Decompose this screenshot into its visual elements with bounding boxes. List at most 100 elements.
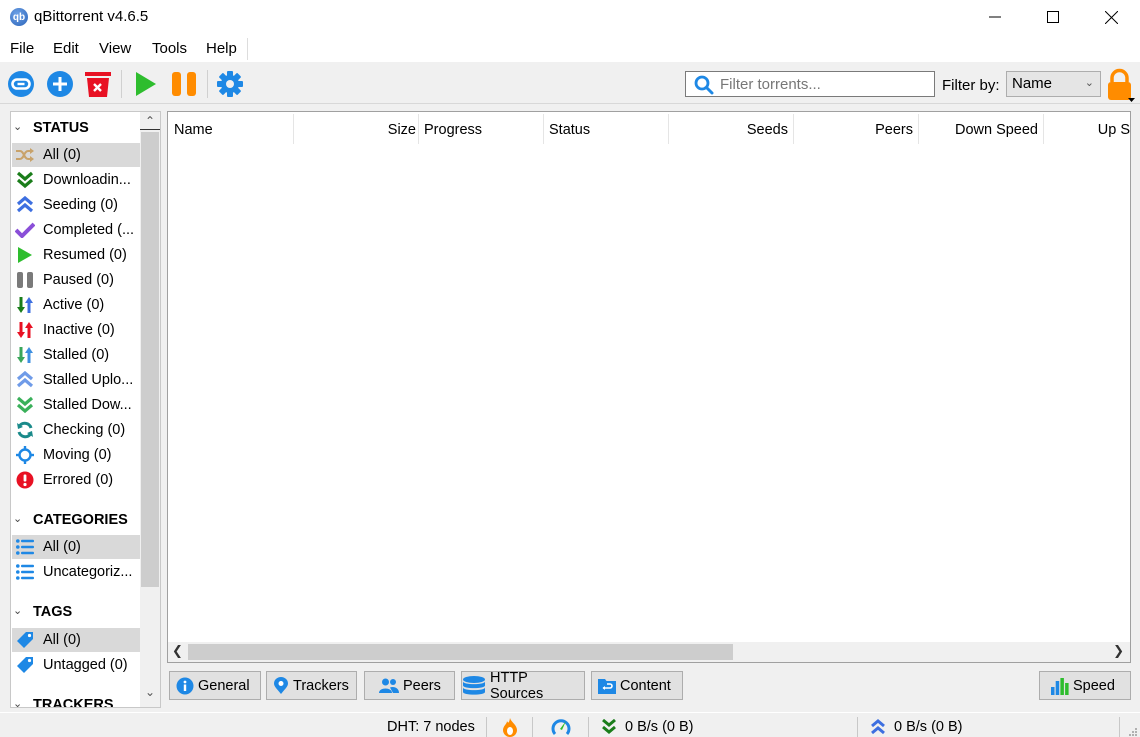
speedometer-icon [551,719,571,735]
column-header-up-speed[interactable]: Up S [1044,114,1130,144]
status-stalled-downloading[interactable]: Stalled Dow... [12,393,140,417]
tab-label: Peers [403,677,441,694]
section-categories-header[interactable]: ⌄ CATEGORIES [11,510,141,532]
minimize-button[interactable] [966,0,1024,34]
tab-label: Trackers [293,677,349,694]
scroll-up-arrow-icon[interactable]: ⌃ [140,114,160,130]
flame-icon [503,718,517,737]
column-header-seeds[interactable]: Seeds [669,114,794,144]
status-stalled[interactable]: Stalled (0) [12,343,140,367]
status-inactive[interactable]: Inactive (0) [12,318,140,342]
add-torrent-file-button[interactable] [45,69,75,99]
category-all[interactable]: All (0) [12,535,140,559]
menu-tools[interactable]: Tools [152,40,187,57]
column-header-progress[interactable]: Progress [419,114,544,144]
status-checking[interactable]: Checking (0) [12,418,140,442]
close-button[interactable] [1082,0,1140,34]
status-moving[interactable]: Moving (0) [12,443,140,467]
status-stalled-uploading[interactable]: Stalled Uplo... [12,368,140,392]
speed-button-label: Speed [1073,677,1115,694]
column-header-status[interactable]: Status [544,114,669,144]
pause-icon [172,72,196,96]
filter-torrents-input[interactable] [720,74,920,94]
filter-by-value: Name [1012,75,1053,92]
sidebar-scrollbar[interactable]: ⌃ ⌄ [140,112,160,707]
toolbar-divider [207,70,208,98]
tag-all[interactable]: All (0) [12,628,140,652]
status-all[interactable]: All (0) [12,143,140,167]
section-tags-header[interactable]: ⌄ TAGS [11,602,141,624]
tab-content[interactable]: Content [591,671,683,700]
filter-torrents-field[interactable] [685,71,935,97]
status-divider [486,717,487,737]
tab-trackers[interactable]: Trackers [266,671,357,700]
filter-by-label: Filter by: [942,77,1000,94]
download-speed[interactable]: 0 B/s (0 B) [625,719,694,735]
resize-grip-icon[interactable] [1128,725,1138,737]
checkmark-icon [15,220,35,240]
table-header: Name Size Progress Status Seeds Peers Do… [168,112,1130,146]
scroll-left-arrow-icon[interactable]: ❮ [172,643,183,659]
status-completed[interactable]: Completed (... [12,218,140,242]
collapse-caret-icon: ⌄ [13,121,23,133]
scroll-right-arrow-icon[interactable]: ❯ [1113,643,1124,659]
close-icon [1104,10,1118,24]
status-seeding[interactable]: Seeding (0) [12,193,140,217]
double-chevron-down-light-icon [15,395,35,415]
maximize-button[interactable] [1024,0,1082,34]
menu-edit[interactable]: Edit [53,40,79,57]
column-header-name[interactable]: Name [168,114,294,144]
upload-speed[interactable]: 0 B/s (0 B) [894,719,963,735]
table-horizontal-scrollbar[interactable]: ❮ ❯ [168,642,1130,662]
map-pin-icon [273,676,289,695]
resume-button[interactable] [130,69,160,99]
delete-torrent-button[interactable] [83,69,113,99]
speed-button[interactable]: Speed [1039,671,1131,700]
options-button[interactable] [215,69,245,99]
torrent-table: Name Size Progress Status Seeds Peers Do… [167,111,1131,663]
connection-status-button[interactable] [501,717,519,737]
column-header-peers[interactable]: Peers [794,114,919,144]
tag-icon [15,630,35,650]
section-status-header[interactable]: ⌄ STATUS [11,118,141,140]
column-header-down-speed[interactable]: Down Speed [919,114,1044,144]
scroll-down-arrow-icon[interactable]: ⌄ [140,685,160,701]
error-icon [15,470,35,490]
status-downloading[interactable]: Downloadin... [12,168,140,192]
filter-by-select[interactable]: Name ⌄ [1006,71,1101,97]
menu-file[interactable]: File [10,40,34,57]
collapse-caret-icon: ⌄ [13,513,23,525]
sidebar-filters: ⌄ STATUS All (0) Downloadin... Seeding (… [10,111,161,708]
collapse-caret-icon: ⌄ [13,605,23,617]
menu-view[interactable]: View [99,40,131,57]
table-scroll-thumb[interactable] [188,644,733,660]
tab-peers[interactable]: Peers [364,671,455,700]
status-active[interactable]: Active (0) [12,293,140,317]
status-paused[interactable]: Paused (0) [12,268,140,292]
category-uncategorized[interactable]: Uncategoriz... [12,560,140,584]
menu-help[interactable]: Help [206,40,237,57]
tab-http-sources[interactable]: HTTP Sources [461,670,585,702]
section-title: TRACKERS [33,697,114,708]
lock-button[interactable] [1106,68,1136,104]
tab-label: Content [620,677,671,694]
sidebar-scroll-thumb[interactable] [141,132,159,587]
tag-untagged[interactable]: Untagged (0) [12,653,140,677]
status-errored[interactable]: Errored (0) [12,468,140,492]
status-divider [1119,717,1120,737]
speed-limits-toggle[interactable] [551,717,571,737]
upload-speed-icon-wrap [870,719,886,737]
database-icon [462,675,486,696]
title-bar: qb qBittorrent v4.6.5 [0,0,1140,36]
tab-general[interactable]: General [169,671,261,700]
column-header-size[interactable]: Size [294,114,419,144]
tag-icon [15,655,35,675]
double-chevron-down-icon [602,718,616,734]
add-torrent-link-button[interactable] [6,69,36,99]
list-icon [15,562,35,582]
status-resumed[interactable]: Resumed (0) [12,243,140,267]
section-trackers-header[interactable]: ⌄ TRACKERS [11,695,141,708]
pause-button[interactable] [169,69,199,99]
gear-icon [217,71,243,97]
tab-label: General [198,677,250,694]
